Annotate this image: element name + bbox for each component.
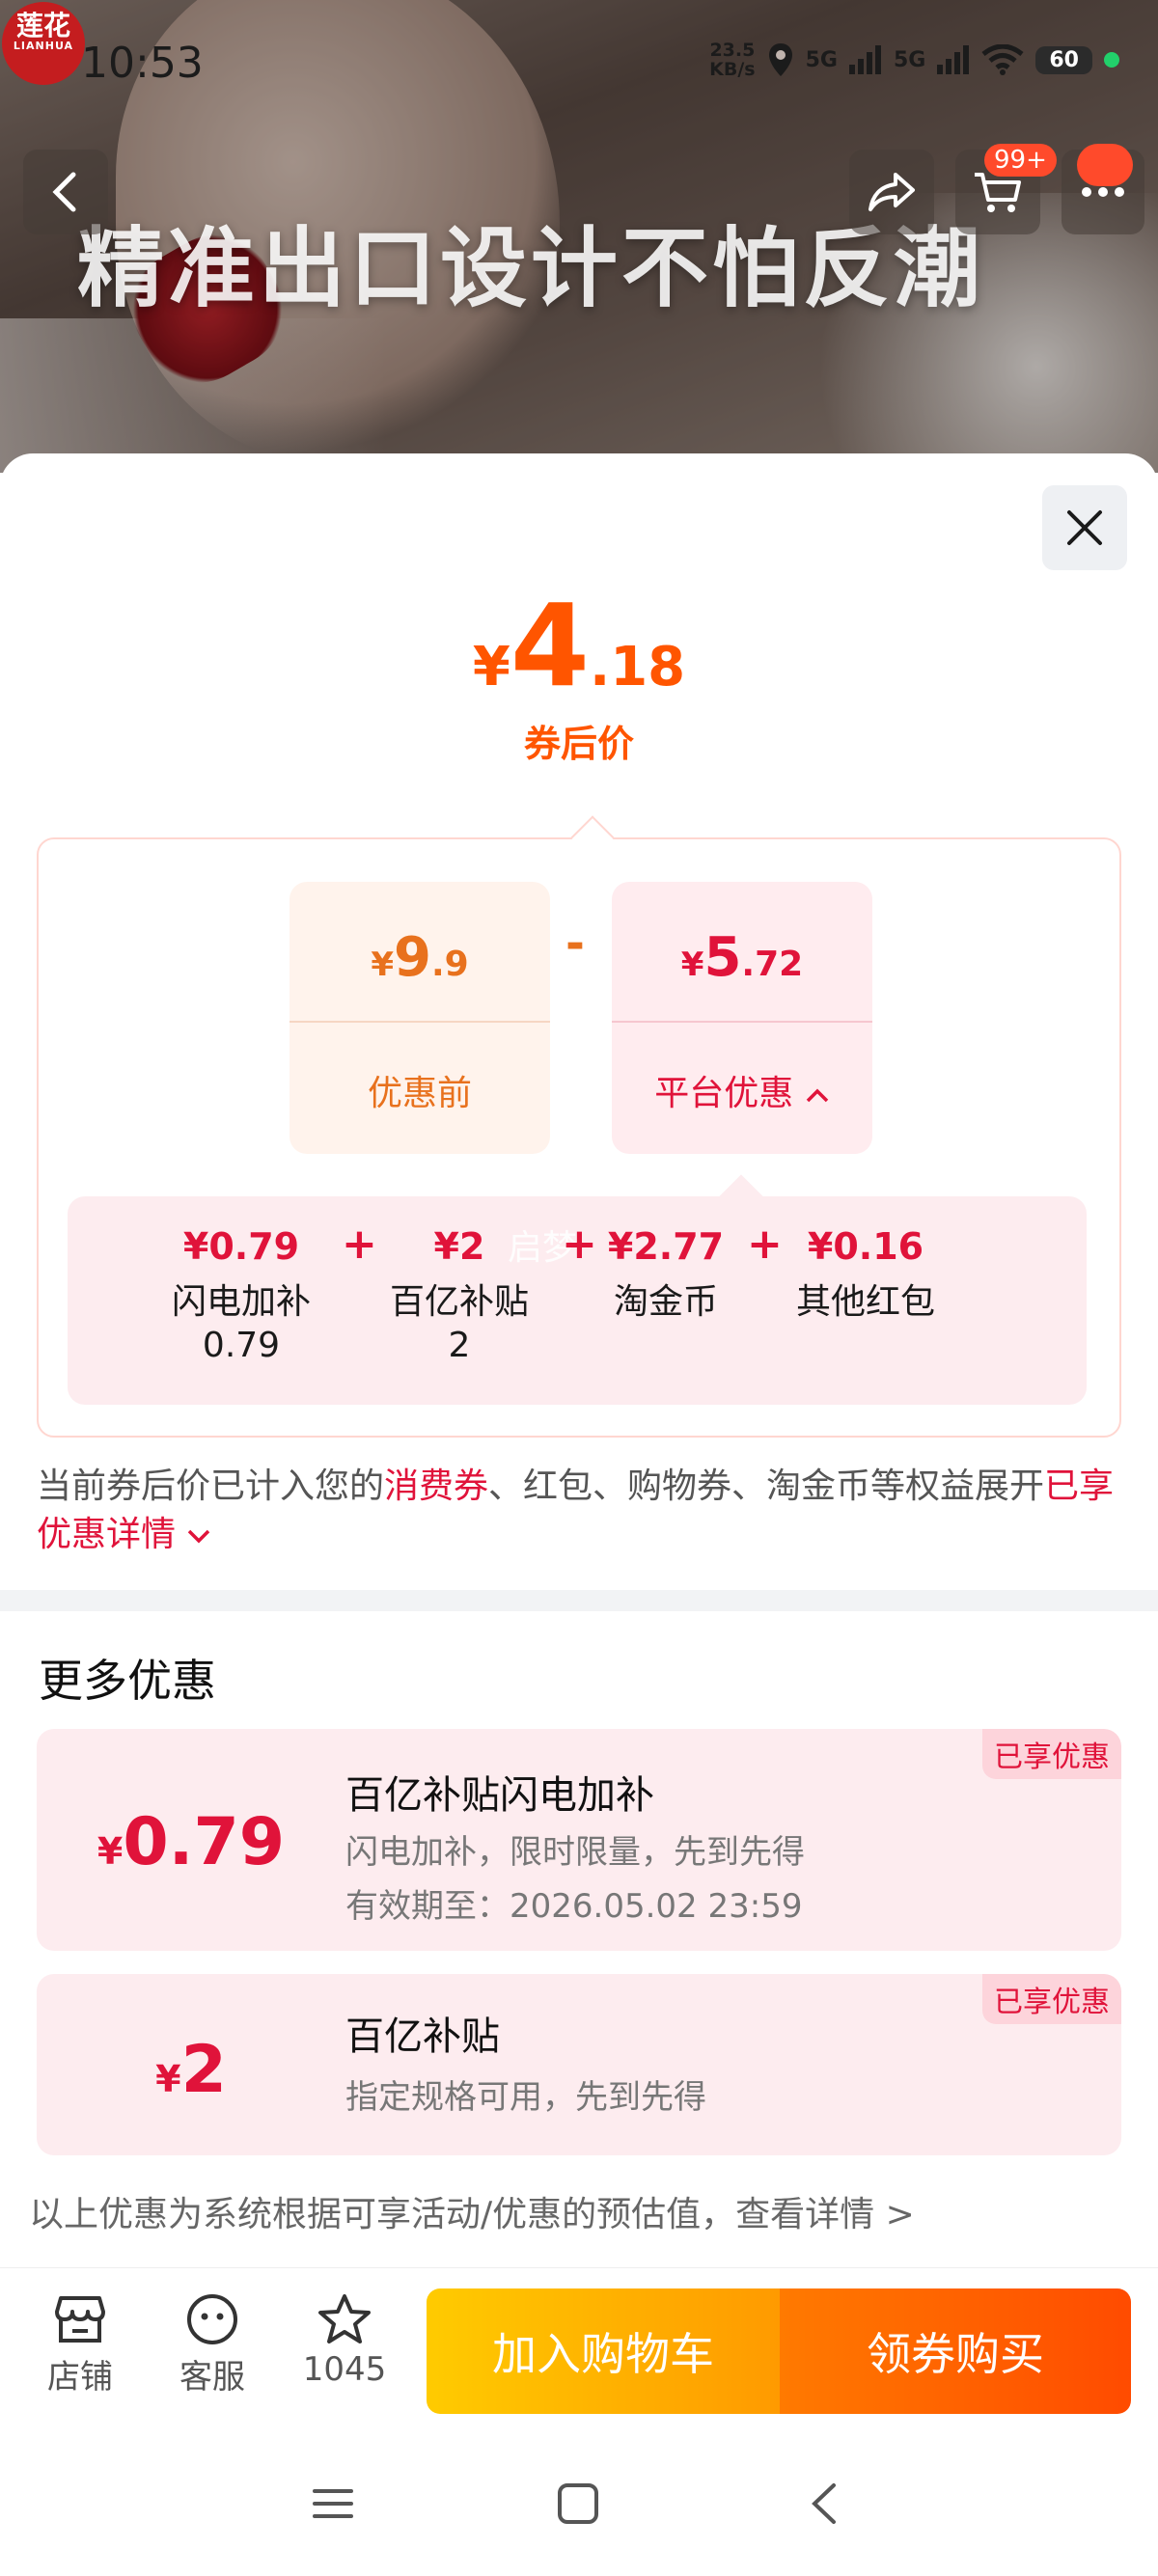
close-button[interactable] (1042, 485, 1127, 570)
status-icons: 23.5 KB/s 5G 5G 60 (709, 41, 1119, 79)
customer-service-button[interactable]: 客服 (159, 2292, 265, 2398)
privacy-indicator (1104, 52, 1119, 68)
store-button[interactable]: 店铺 (27, 2292, 133, 2398)
plus-sign: + (562, 1219, 597, 1269)
close-icon (1067, 510, 1102, 545)
platform-discount: ¥5.72 (680, 926, 804, 989)
sub-discount-item: ¥0.79 闪电加补 0.79 (171, 1225, 311, 1365)
status-time: 10:53 (81, 39, 204, 88)
coupon-amount: ¥2 (155, 2032, 227, 2108)
signal-5g-2: 5G (894, 47, 926, 72)
more-icon (1082, 187, 1124, 197)
plus-sign: + (342, 1219, 377, 1269)
buy-with-coupon-button[interactable]: 领券购买 (780, 2288, 1131, 2414)
coupon-description: 闪电加补，限时限量，先到先得 (345, 1833, 805, 1872)
consumer-coupon-link[interactable]: 消费券 (384, 1466, 488, 1506)
wifi-icon (981, 44, 1024, 75)
applied-tag: 已享优惠 (982, 1729, 1121, 1779)
platform-discount-label: 平台优惠 (612, 1065, 872, 1115)
brand-logo-text: 莲花 (15, 10, 70, 41)
minus-sign: - (565, 917, 585, 971)
add-to-cart-button[interactable]: 加入购物车 (427, 2288, 780, 2414)
final-price-label: 券后价 (523, 723, 634, 765)
more-discounts-title: 更多优惠 (39, 1655, 216, 1707)
signal-bars-icon (937, 45, 970, 74)
original-price-label: 优惠前 (367, 1074, 472, 1113)
estimate-disclaimer-link[interactable]: 以上优惠为系统根据可享活动/优惠的预估值，查看详情 > (29, 2186, 915, 2236)
brand-logo-subtext: LIANHUA (13, 40, 74, 52)
back-button[interactable] (23, 150, 108, 234)
cart-badge: 99+ (984, 144, 1057, 177)
chevron-up-icon (806, 1088, 828, 1103)
coupon-card[interactable]: ¥0.79 百亿补贴闪电加补 闪电加补，限时限量，先到先得 有效期至：2026.… (37, 1729, 1121, 1951)
store-icon (55, 2296, 105, 2343)
original-price-box: ¥9.9 优惠前 (290, 882, 550, 1154)
coupon-amount: ¥0.79 (96, 1804, 286, 1880)
share-button[interactable] (849, 150, 934, 234)
sub-discount-item: ¥2.77 淘金币 (607, 1225, 725, 1322)
coupon-title: 百亿补贴 (345, 2014, 500, 2059)
message-badge (1077, 144, 1133, 186)
location-icon (768, 43, 792, 76)
applied-tag: 已享优惠 (982, 1974, 1121, 2024)
chat-face-icon (187, 2294, 237, 2344)
favorite-button[interactable]: 1045 (291, 2292, 398, 2389)
coupon-description: 指定规格可用，先到先得 (345, 2078, 706, 2117)
brand-logo: 莲花 LIANHUA (2, 2, 85, 85)
discount-note: 当前券后价已计入您的消费券、红包、购物券、淘金币等权益展开已享优惠详情 (37, 1466, 1115, 1554)
banner-caption: 精准出口设计不怕反潮 (77, 218, 984, 319)
sub-discount-item: ¥0.16 其他红包 (795, 1225, 935, 1322)
battery-indicator: 60 (1035, 45, 1092, 74)
platform-discount-details: ¥0.79 闪电加补 0.79 + ¥2 百亿补贴 2 启梦 + ¥2.77 淘… (68, 1174, 1087, 1405)
cart-button[interactable]: 99+ (955, 144, 1057, 234)
home-icon[interactable] (556, 2481, 600, 2526)
coupon-expiry: 有效期至：2026.05.02 23:59 (345, 1887, 803, 1926)
star-icon (318, 2294, 371, 2343)
signal-bars-icon (849, 45, 881, 74)
more-button[interactable] (1062, 144, 1144, 234)
recent-apps-icon[interactable] (311, 2481, 355, 2526)
platform-discount-box[interactable]: ¥5.72 平台优惠 (612, 882, 872, 1154)
back-nav-icon[interactable] (803, 2481, 847, 2526)
coupon-card[interactable]: ¥2 百亿补贴 指定规格可用，先到先得 已享优惠 (37, 1974, 1121, 2155)
plus-sign: + (747, 1219, 783, 1269)
chevron-down-icon (188, 1529, 210, 1544)
coupon-title: 百亿补贴闪电加补 (345, 1773, 654, 1818)
network-speed: 23.5 KB/s (709, 40, 756, 80)
share-icon (868, 173, 915, 211)
original-price: ¥9.9 (371, 926, 469, 989)
section-divider (0, 1590, 1158, 1611)
signal-5g-1: 5G (805, 47, 838, 72)
chevron-left-icon (52, 172, 76, 212)
final-price: ¥4.18 (472, 579, 686, 712)
